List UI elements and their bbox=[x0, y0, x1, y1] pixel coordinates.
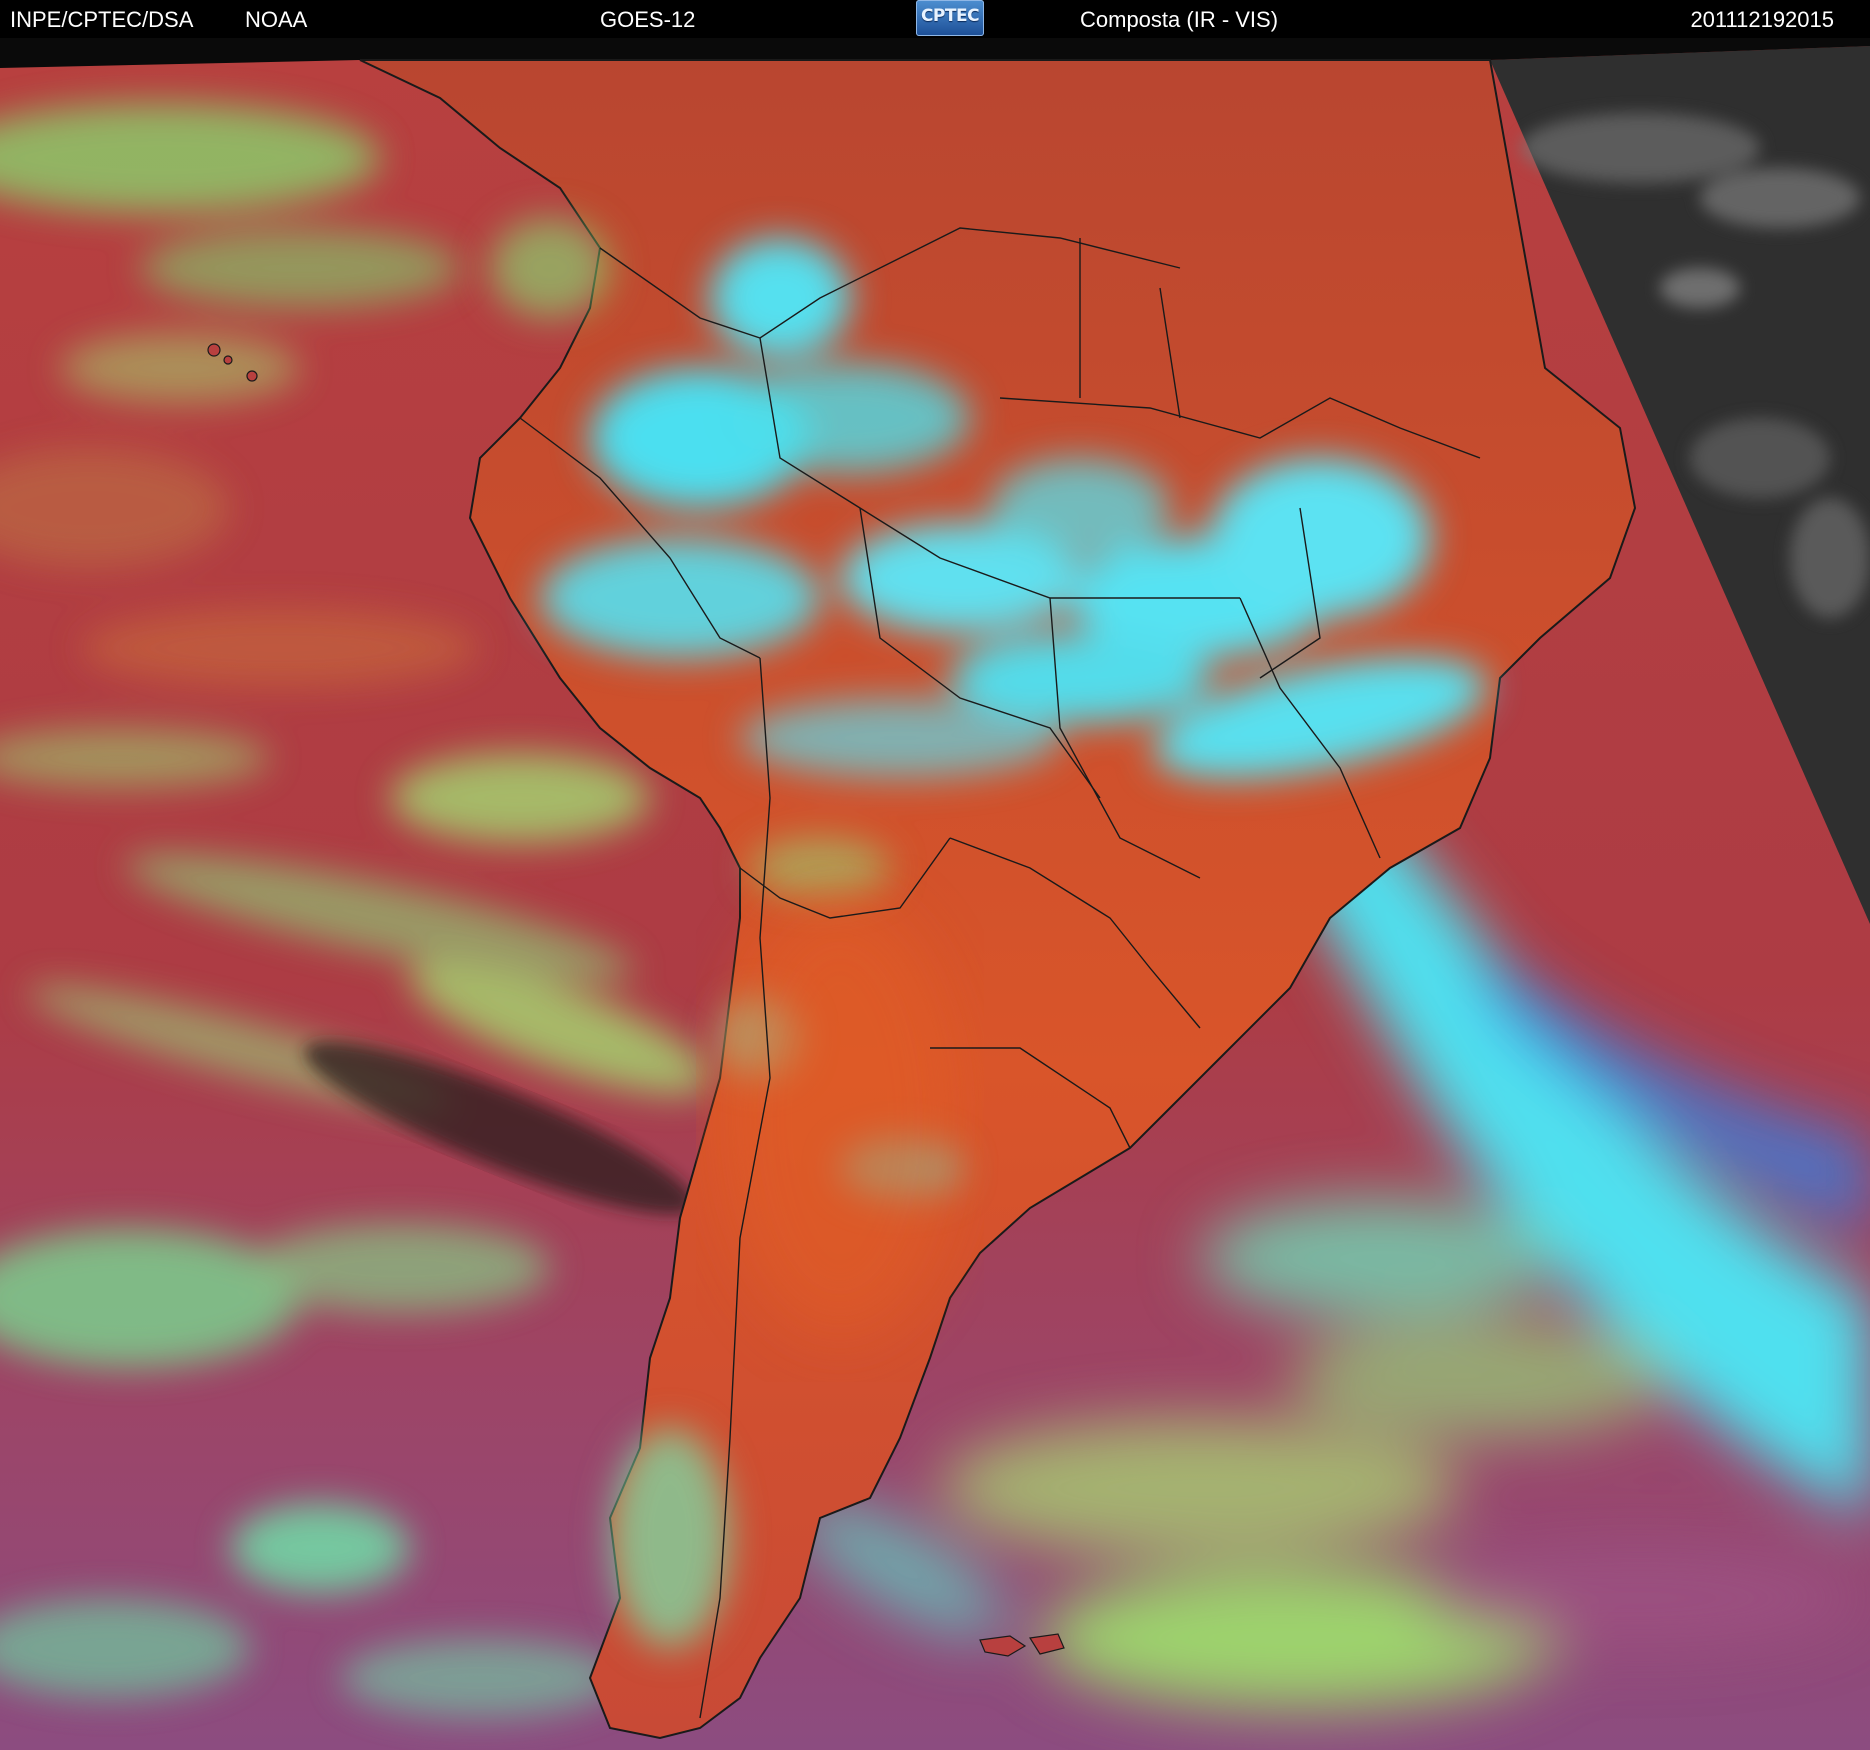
source-noaa-label: NOAA bbox=[245, 7, 308, 32]
argentina-clear-land bbox=[720, 898, 960, 1338]
cptec-logo-text: CPTEC bbox=[920, 6, 980, 26]
source-agency-label: INPE/CPTEC/DSA bbox=[10, 7, 194, 32]
satellite-name-label: GOES-12 bbox=[600, 7, 696, 32]
image-header-bar: INPE/CPTEC/DSA NOAA GOES-12 CPTEC Compos… bbox=[0, 0, 1870, 38]
timestamp-label: 201112192015 bbox=[1690, 7, 1834, 32]
satellite-composite-image bbox=[0, 38, 1870, 1750]
cptec-logo-icon: CPTEC bbox=[916, 0, 984, 36]
product-label: Composta (IR - VIS) bbox=[1080, 7, 1279, 32]
